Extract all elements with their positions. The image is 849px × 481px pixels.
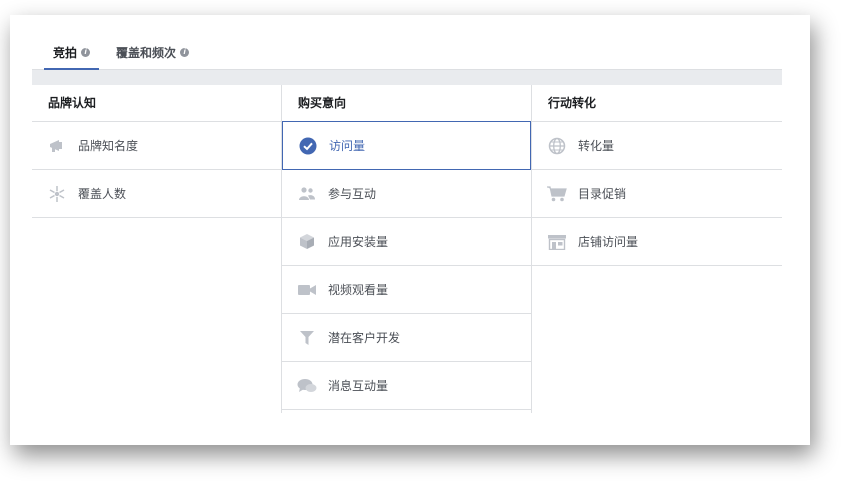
objective-reach[interactable]: 覆盖人数 (32, 170, 281, 218)
objective-conversions[interactable]: 转化量 (532, 122, 782, 170)
objective-video-views[interactable]: 视频观看量 (282, 266, 531, 314)
column-header: 行动转化 (532, 85, 782, 122)
chat-bubbles-icon (296, 375, 318, 397)
column-conversion: 行动转化 转化量 目录促销 店铺访问量 (532, 85, 782, 413)
reach-icon (46, 183, 68, 205)
buying-type-tabs: 竞拍 i 覆盖和频次 i (32, 33, 782, 70)
tab-auction[interactable]: 竞拍 i (40, 35, 103, 70)
objective-columns: 品牌认知 品牌知名度 覆盖人数 购买意向 访问量 参与互动 应用安装量 视频观看… (32, 85, 782, 413)
objective-catalog-sales[interactable]: 目录促销 (532, 170, 782, 218)
box-icon (296, 231, 318, 253)
objective-label: 店铺访问量 (578, 235, 639, 249)
objective-engagement[interactable]: 参与互动 (282, 170, 531, 218)
objective-label: 参与互动 (328, 187, 377, 201)
info-icon[interactable]: i (81, 47, 91, 57)
column-header: 品牌认知 (32, 85, 281, 122)
objective-label: 转化量 (578, 139, 615, 153)
objective-label: 消息互动量 (328, 379, 389, 393)
globe-icon (546, 135, 568, 157)
objective-traffic[interactable]: 访问量 (282, 121, 531, 170)
column-awareness: 品牌认知 品牌知名度 覆盖人数 (32, 85, 282, 413)
objective-label: 访问量 (329, 139, 366, 153)
tab-label: 竞拍 (53, 45, 78, 60)
megaphone-icon (46, 135, 68, 157)
objective-lead-generation[interactable]: 潜在客户开发 (282, 314, 531, 362)
divider-strip (32, 70, 782, 85)
video-camera-icon (296, 279, 318, 301)
objective-messages[interactable]: 消息互动量 (282, 362, 531, 410)
check-circle-icon (297, 135, 319, 157)
objective-app-installs[interactable]: 应用安装量 (282, 218, 531, 266)
objective-label: 覆盖人数 (78, 187, 127, 201)
objective-selector-panel: 竞拍 i 覆盖和频次 i 品牌认知 品牌知名度 覆盖人数 购买意向 访问量 参与… (32, 33, 782, 413)
tab-label: 覆盖和频次 (116, 45, 177, 60)
objective-label: 品牌知名度 (78, 139, 139, 153)
objective-brand-awareness[interactable]: 品牌知名度 (32, 122, 281, 170)
store-icon (546, 231, 568, 253)
funnel-icon (296, 327, 318, 349)
people-icon (296, 183, 318, 205)
column-header: 购买意向 (282, 85, 531, 122)
objective-label: 目录促销 (578, 187, 627, 201)
objective-label: 视频观看量 (328, 283, 389, 297)
column-consideration: 购买意向 访问量 参与互动 应用安装量 视频观看量 潜在客户开发 消息互动量 (282, 85, 532, 413)
objective-label: 应用安装量 (328, 235, 389, 249)
shopping-cart-icon (546, 183, 568, 205)
info-icon[interactable]: i (180, 47, 190, 57)
tab-reach-and-frequency[interactable]: 覆盖和频次 i (103, 35, 202, 69)
objective-store-visits[interactable]: 店铺访问量 (532, 218, 782, 266)
objective-label: 潜在客户开发 (328, 331, 401, 345)
